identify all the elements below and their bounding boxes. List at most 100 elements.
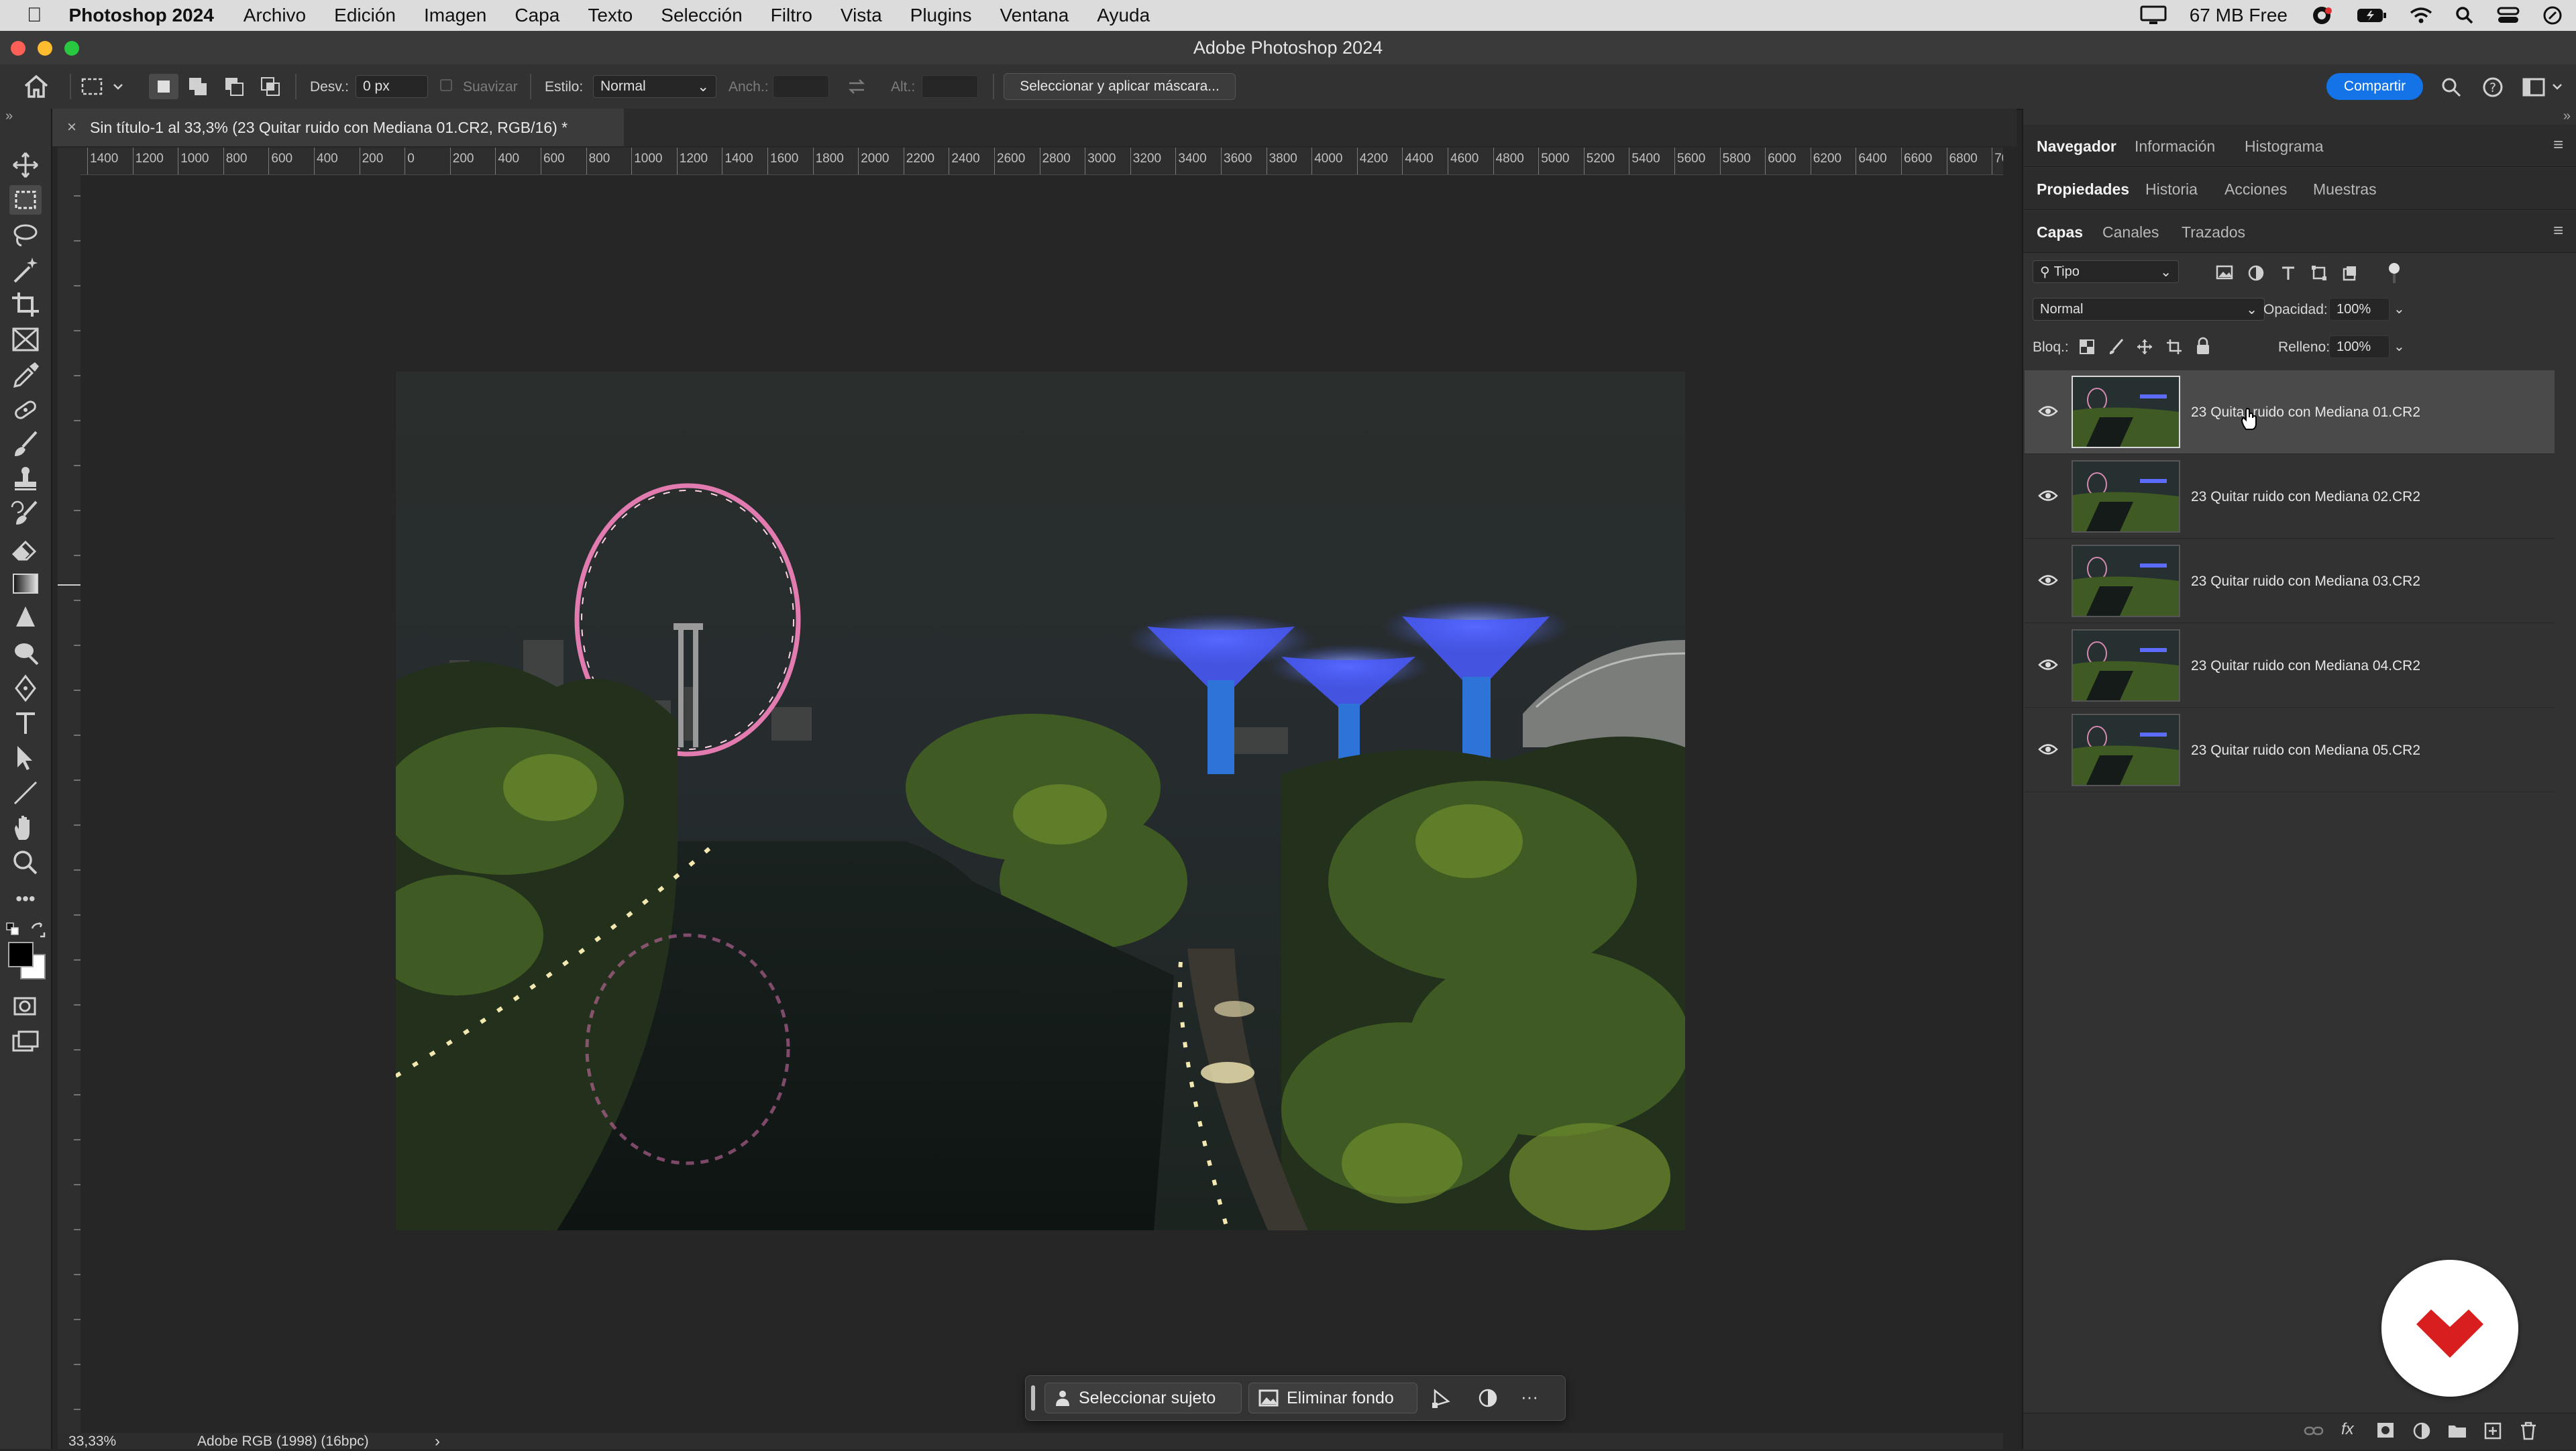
- collapse-panel-icon[interactable]: »: [5, 109, 13, 124]
- menu-filtro[interactable]: Filtro: [771, 5, 812, 26]
- document-tab[interactable]: × Sin título-1 al 33,3% (23 Quitar ruido…: [52, 109, 625, 146]
- tab-swatches[interactable]: Muestras: [2313, 180, 2377, 199]
- lock-position-icon[interactable]: [2136, 338, 2153, 356]
- fill-chevron-icon[interactable]: ⌄: [2394, 338, 2405, 355]
- tab-paths[interactable]: Trazados: [2182, 223, 2245, 241]
- intersect-selection-icon[interactable]: [260, 76, 282, 97]
- filter-shape-icon[interactable]: [2310, 264, 2328, 282]
- vertical-ruler[interactable]: [58, 176, 81, 1433]
- menu-archivo[interactable]: Archivo: [244, 5, 306, 26]
- hand-tool-icon[interactable]: [9, 813, 42, 843]
- fill-input[interactable]: 100%: [2329, 335, 2390, 358]
- opacity-input[interactable]: 100%: [2329, 298, 2390, 321]
- rectangular-marquee-preset-icon[interactable]: [80, 76, 125, 97]
- menu-ventana[interactable]: Ventana: [1000, 5, 1069, 26]
- menu-seleccion[interactable]: Selección: [661, 5, 742, 26]
- crop-tool-icon[interactable]: [9, 290, 42, 319]
- gradient-tool-icon[interactable]: [9, 569, 42, 598]
- status-menu-arrow[interactable]: ›: [435, 1432, 440, 1451]
- workspace-icon[interactable]: [2522, 76, 2565, 98]
- home-icon[interactable]: [23, 74, 50, 99]
- move-tool-icon[interactable]: [9, 150, 42, 180]
- healing-brush-tool-icon[interactable]: [9, 394, 42, 424]
- pen-tool-icon[interactable]: [9, 674, 42, 703]
- foreground-color-swatch[interactable]: [8, 942, 34, 967]
- feather-input[interactable]: 0 px: [356, 75, 428, 98]
- brush-tool-icon[interactable]: [9, 429, 42, 459]
- zoom-level[interactable]: 33,33%: [68, 1434, 116, 1450]
- visibility-eye-icon[interactable]: [2038, 656, 2058, 674]
- more-tools-icon[interactable]: •••: [9, 884, 42, 914]
- help-icon[interactable]: ?: [2482, 76, 2504, 98]
- document-image[interactable]: [396, 372, 1685, 1230]
- swap-colors-icon[interactable]: [30, 922, 47, 939]
- layer-row[interactable]: 23 Quitar ruido con Mediana 04.CR2: [2025, 624, 2555, 708]
- history-brush-tool-icon[interactable]: [9, 499, 42, 529]
- tab-properties[interactable]: Propiedades: [2037, 180, 2129, 199]
- height-input[interactable]: [922, 75, 978, 98]
- apple-icon[interactable]: : [27, 4, 42, 27]
- style-select[interactable]: Normal ⌄: [593, 75, 716, 98]
- menu-app-name[interactable]: Photoshop 2024: [69, 5, 214, 26]
- tab-actions[interactable]: Acciones: [2224, 180, 2287, 199]
- transform-icon[interactable]: [1431, 1388, 1452, 1408]
- filter-type-icon[interactable]: [2279, 264, 2297, 282]
- menu-edicion[interactable]: Edición: [334, 5, 396, 26]
- creative-cloud-icon[interactable]: [2310, 5, 2333, 25]
- tab-channels[interactable]: Canales: [2102, 223, 2159, 241]
- filter-toggle-icon[interactable]: [2385, 262, 2403, 284]
- menu-texto[interactable]: Texto: [588, 5, 633, 26]
- new-adjustment-layer-icon[interactable]: [2412, 1421, 2431, 1440]
- menu-vista[interactable]: Vista: [841, 5, 882, 26]
- new-group-icon[interactable]: [2447, 1423, 2467, 1439]
- visibility-eye-icon[interactable]: [2038, 402, 2058, 420]
- layers-panel-menu-icon[interactable]: ≡: [2553, 220, 2563, 241]
- zoom-tool-icon[interactable]: [9, 848, 42, 877]
- menu-capa[interactable]: Capa: [515, 5, 559, 26]
- wifi-icon[interactable]: [2410, 6, 2432, 25]
- spotlight-search-icon[interactable]: [2455, 6, 2474, 25]
- type-tool-icon[interactable]: [9, 708, 42, 738]
- search-icon[interactable]: [2440, 76, 2462, 98]
- tab-history[interactable]: Historia: [2145, 180, 2198, 199]
- layer-row[interactable]: 23 Quitar ruido con Mediana 01.CR2: [2025, 370, 2555, 454]
- visibility-eye-icon[interactable]: [2038, 487, 2058, 504]
- add-to-selection-icon[interactable]: [188, 76, 209, 97]
- collapse-panels-icon[interactable]: »: [2563, 109, 2571, 124]
- adjustment-icon[interactable]: [1478, 1388, 1498, 1408]
- default-colors-icon[interactable]: [5, 922, 21, 938]
- tab-navigator[interactable]: Navegador: [2037, 138, 2116, 156]
- layer-filter-select[interactable]: ⚲ Tipo ⌄: [2033, 260, 2179, 283]
- new-layer-icon[interactable]: [2483, 1421, 2502, 1440]
- share-button[interactable]: Compartir: [2326, 73, 2423, 100]
- close-document-icon[interactable]: ×: [67, 118, 76, 137]
- control-center-icon[interactable]: [2497, 6, 2520, 25]
- swap-width-height-icon[interactable]: [847, 78, 867, 95]
- filter-adjustment-icon[interactable]: [2247, 264, 2265, 282]
- lock-artboard-icon[interactable]: [2165, 338, 2183, 356]
- more-options-icon[interactable]: ···: [1521, 1387, 1538, 1407]
- canvas-area[interactable]: [80, 176, 2003, 1433]
- siri-icon[interactable]: [2542, 5, 2563, 25]
- display-icon[interactable]: [2140, 5, 2167, 25]
- visibility-eye-icon[interactable]: [2038, 572, 2058, 589]
- lasso-tool-icon[interactable]: [9, 220, 42, 250]
- screen-mode-icon[interactable]: [9, 1028, 42, 1057]
- filter-pixel-icon[interactable]: [2215, 264, 2234, 280]
- menu-plugins[interactable]: Plugins: [910, 5, 972, 26]
- memory-status[interactable]: 67 MB Free: [2190, 5, 2288, 26]
- eyedropper-tool-icon[interactable]: [9, 360, 42, 389]
- tab-histogram[interactable]: Histograma: [2245, 138, 2324, 156]
- lock-pixels-icon[interactable]: [2108, 338, 2125, 356]
- subtract-from-selection-icon[interactable]: [224, 76, 246, 97]
- layer-style-icon[interactable]: fx: [2341, 1420, 2354, 1439]
- link-layers-icon[interactable]: [2304, 1423, 2324, 1439]
- horizontal-ruler[interactable]: 1400 1200 1000 800 600 400 200 0 200 400 600 800 100…: [80, 148, 2003, 175]
- magic-wand-tool-icon[interactable]: [9, 255, 42, 284]
- lock-all-icon[interactable]: [2195, 337, 2211, 356]
- width-input[interactable]: [773, 75, 829, 98]
- select-and-mask-button[interactable]: Seleccionar y aplicar máscara...: [1004, 73, 1236, 100]
- filter-smart-object-icon[interactable]: [2341, 264, 2359, 282]
- layer-row[interactable]: 23 Quitar ruido con Mediana 03.CR2: [2025, 539, 2555, 623]
- clone-stamp-tool-icon[interactable]: [9, 464, 42, 494]
